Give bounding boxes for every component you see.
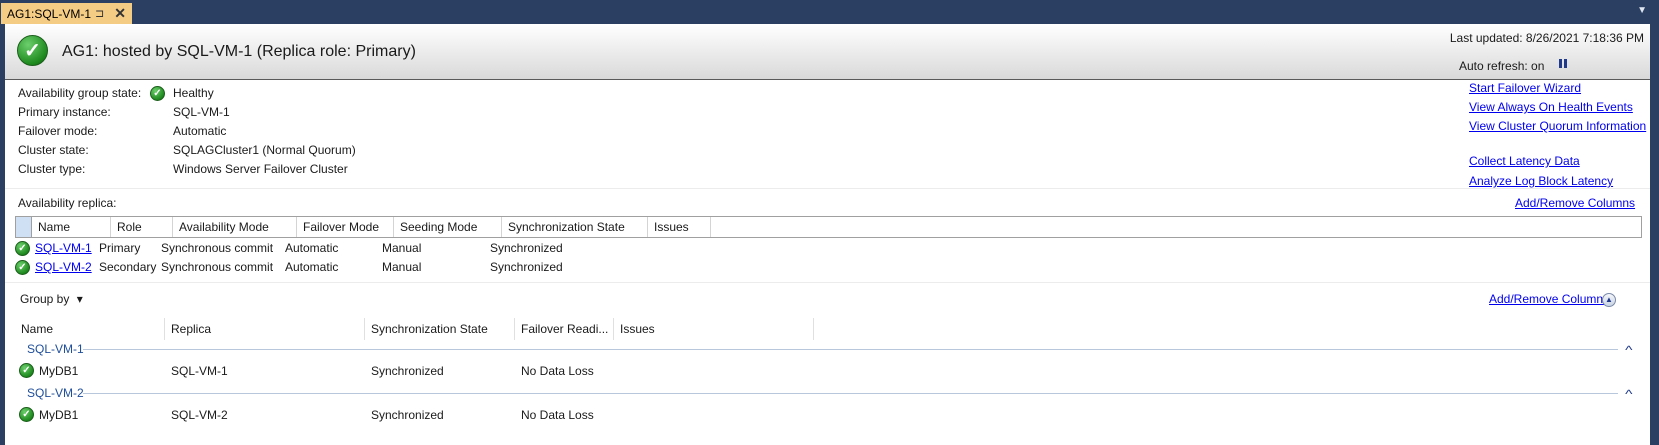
failover-mode-label: Failover mode: (18, 124, 98, 138)
database-add-remove-columns-link[interactable]: Add/Remove Columns (1489, 292, 1609, 306)
analyze-log-block-latency-link[interactable]: Analyze Log Block Latency (1469, 174, 1613, 188)
db-failover-readiness: No Data Loss (521, 408, 594, 422)
db-column-header-replica[interactable]: Replica (165, 318, 365, 340)
replica-section-label: Availability replica: (18, 196, 117, 210)
ag-state-label: Availability group state: (18, 86, 142, 100)
view-quorum-info-link[interactable]: View Cluster Quorum Information (1469, 119, 1646, 133)
replica-seeding-mode: Manual (382, 241, 422, 255)
divider (5, 188, 1650, 189)
cluster-state-label: Cluster state: (18, 143, 89, 157)
column-header-failover-mode[interactable]: Failover Mode (297, 217, 394, 237)
replica-name-link[interactable]: SQL-VM-1 (35, 241, 92, 255)
primary-instance-value: SQL-VM-1 (173, 105, 230, 119)
check-circle-icon: ✓ (150, 86, 165, 101)
column-header-availability-mode[interactable]: Availability Mode (173, 217, 297, 237)
replica-sync-state: Synchronized (490, 241, 563, 255)
replica-role: Primary (99, 241, 141, 255)
last-updated-text: Last updated: 8/26/2021 7:18:36 PM (1449, 31, 1644, 45)
page-title: AG1: hosted by SQL-VM-1 (Replica role: P… (62, 43, 416, 60)
check-circle-icon: ✓ (17, 35, 48, 66)
db-replica: SQL-VM-2 (171, 408, 228, 422)
group-header-sql-vm-1[interactable]: SQL-VM-1 (27, 342, 84, 356)
replica-availability-mode: Synchronous commit (161, 260, 274, 274)
tab-list-dropdown-icon[interactable]: ▼ (1637, 5, 1647, 16)
check-circle-icon: ✓ (15, 241, 30, 256)
db-sync-state: Synchronized (371, 364, 444, 378)
cluster-type-label: Cluster type: (18, 162, 86, 176)
group-by-label: Group by (20, 292, 70, 306)
cluster-state-value: SQLAGCluster1 (Normal Quorum) (173, 143, 356, 157)
tab-ag1-dashboard[interactable]: AG1:SQL-VM-1 ⊐ ✕ (1, 3, 132, 24)
group-divider (83, 393, 1618, 394)
db-name: MyDB1 (39, 408, 79, 422)
replica-add-remove-columns-link[interactable]: Add/Remove Columns (1515, 196, 1635, 210)
check-circle-icon: ✓ (19, 363, 34, 378)
replica-failover-mode: Automatic (285, 241, 339, 255)
divider (5, 282, 1650, 283)
group-by-dropdown[interactable]: Group by ▾ (20, 292, 83, 306)
view-health-events-link[interactable]: View Always On Health Events (1469, 100, 1633, 114)
db-name: MyDB1 (39, 364, 79, 378)
document-tab-strip (0, 0, 1659, 24)
replica-role: Secondary (99, 260, 157, 274)
start-failover-wizard-link[interactable]: Start Failover Wizard (1469, 81, 1581, 95)
replica-grid-header: Name Role Availability Mode Failover Mod… (15, 216, 1642, 238)
check-circle-icon: ✓ (15, 260, 30, 275)
db-column-header-name[interactable]: Name (15, 318, 165, 340)
chevron-down-icon: ▾ (76, 292, 83, 306)
column-header-seeding-mode[interactable]: Seeding Mode (394, 217, 502, 237)
column-header-role[interactable]: Role (111, 217, 173, 237)
column-header-name[interactable]: Name (32, 217, 111, 237)
db-replica: SQL-VM-1 (171, 364, 228, 378)
group-divider (83, 349, 1618, 350)
select-all-cell[interactable] (16, 217, 32, 237)
chevron-up-icon[interactable]: ^ (1625, 343, 1632, 357)
replica-availability-mode: Synchronous commit (161, 241, 274, 255)
auto-refresh-status: Auto refresh: on (1459, 59, 1545, 73)
collapse-icon[interactable]: ▲ (1602, 293, 1616, 307)
db-column-header-failover-readiness[interactable]: Failover Readi... (515, 318, 614, 340)
db-column-header-sync-state[interactable]: Synchronization State (365, 318, 515, 340)
cluster-type-value: Windows Server Failover Cluster (173, 162, 348, 176)
ag-state-value: Healthy (173, 86, 214, 100)
window-border-right (1650, 24, 1659, 445)
column-header-sync-state[interactable]: Synchronization State (502, 217, 648, 237)
replica-sync-state: Synchronized (490, 260, 563, 274)
db-sync-state: Synchronized (371, 408, 444, 422)
replica-name-link[interactable]: SQL-VM-2 (35, 260, 92, 274)
replica-failover-mode: Automatic (285, 260, 339, 274)
pin-icon[interactable]: ⊐ (95, 7, 104, 20)
close-icon[interactable]: ✕ (114, 5, 126, 22)
column-header-issues[interactable]: Issues (648, 217, 711, 237)
primary-instance-label: Primary instance: (18, 105, 111, 119)
replica-seeding-mode: Manual (382, 260, 422, 274)
pause-icon[interactable] (1559, 59, 1568, 69)
tab-title: AG1:SQL-VM-1 (7, 6, 92, 21)
failover-mode-value: Automatic (173, 124, 227, 138)
check-circle-icon: ✓ (19, 407, 34, 422)
chevron-up-icon[interactable]: ^ (1625, 387, 1632, 401)
collect-latency-data-link[interactable]: Collect Latency Data (1469, 154, 1580, 168)
db-column-header-issues[interactable]: Issues (614, 318, 814, 340)
db-failover-readiness: No Data Loss (521, 364, 594, 378)
group-header-sql-vm-2[interactable]: SQL-VM-2 (27, 386, 84, 400)
